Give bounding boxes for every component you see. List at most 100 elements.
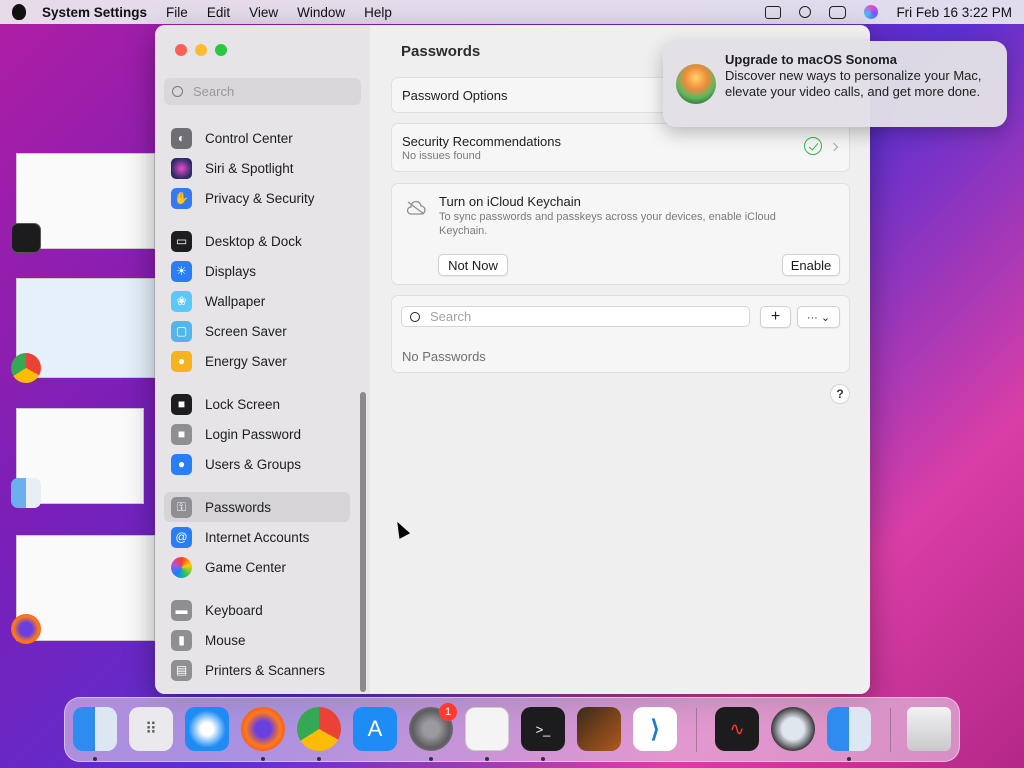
finder-icon[interactable]	[827, 707, 871, 751]
menu-bar: System Settings File Edit View Window He…	[0, 0, 1024, 24]
sidebar-item-users-groups[interactable]: ● Users & Groups	[164, 449, 350, 479]
notification-badge: 1	[439, 703, 457, 721]
sidebar-item-passwords[interactable]: ⚿ Passwords	[164, 492, 350, 522]
at-icon: @	[171, 526, 192, 548]
quicktime-icon[interactable]	[771, 707, 815, 751]
sidebar-item-displays[interactable]: ☀ Displays	[164, 256, 350, 286]
passwords-list-card: Search + ··· ⌄ No Passwords	[391, 295, 850, 373]
displays-icon: ☀	[171, 260, 192, 282]
sidebar-item-label: Energy Saver	[205, 353, 287, 369]
no-passwords-label: No Passwords	[402, 349, 486, 364]
sidebar-item-label: Siri & Spotlight	[205, 160, 294, 176]
sidebar-item-energy-saver[interactable]: ● Energy Saver	[164, 346, 350, 376]
search-icon	[172, 86, 183, 97]
wallpaper-icon: ❀	[171, 290, 192, 312]
macos-sonoma-icon	[676, 64, 716, 104]
keychain-title: Turn on iCloud Keychain	[439, 194, 581, 209]
chrome-icon[interactable]	[297, 707, 341, 751]
spotlight-icon[interactable]	[799, 6, 812, 18]
control-center-icon: ◐	[171, 127, 192, 149]
system-settings-icon[interactable]: 1	[409, 703, 457, 751]
garageband-icon[interactable]	[577, 707, 621, 751]
users-icon: ●	[171, 453, 192, 475]
sidebar-item-lock-screen[interactable]: ■ Lock Screen	[164, 389, 350, 419]
terminal-app-icon[interactable]	[11, 223, 41, 253]
sidebar-item-desktop-dock[interactable]: ▭ Desktop & Dock	[164, 226, 350, 256]
menu-file[interactable]: File	[166, 5, 188, 20]
help-button[interactable]: ?	[830, 384, 850, 404]
siri-menu-icon[interactable]	[864, 5, 879, 19]
sidebar-item-game-center[interactable]: Game Center	[164, 552, 350, 582]
enable-button[interactable]: Enable	[782, 254, 840, 276]
menu-clock[interactable]: Fri Feb 16 3:22 PM	[896, 5, 1012, 20]
safari-icon[interactable]	[185, 707, 229, 751]
sidebar-item-internet-accounts[interactable]: @ Internet Accounts	[164, 522, 350, 552]
sidebar-item-login-password[interactable]: ■ Login Password	[164, 419, 350, 449]
finder-app-icon[interactable]	[11, 478, 41, 508]
hand-icon: ✋	[171, 187, 192, 209]
sidebar-item-label: Displays	[205, 263, 257, 279]
app-store-icon[interactable]: A	[353, 707, 397, 751]
window-controls	[175, 44, 227, 56]
more-options-button[interactable]: ··· ⌄	[797, 306, 840, 328]
chrome-app-icon[interactable]	[11, 353, 41, 383]
close-button[interactable]	[175, 44, 187, 56]
security-status: No issues found	[402, 150, 481, 162]
sidebar-item-label: Wallpaper	[205, 293, 266, 309]
password-options-label: Password Options	[402, 88, 508, 103]
sidebar-item-label: Login Password	[205, 426, 302, 442]
sidebar-item-wallpaper[interactable]: ❀ Wallpaper	[164, 286, 350, 316]
sidebar-item-mouse[interactable]: ▮ Mouse	[164, 625, 350, 655]
minimize-button[interactable]	[195, 44, 207, 56]
sidebar-item-label: Internet Accounts	[205, 529, 310, 545]
voice-memos-icon[interactable]: ∿	[715, 707, 759, 751]
sidebar: Search ◐ Control Center Siri & Spotlight…	[155, 25, 370, 694]
sidebar-item-label: Mouse	[205, 632, 246, 648]
checkmark-icon	[804, 137, 822, 155]
textedit-icon[interactable]	[465, 707, 509, 751]
passwords-search-input[interactable]: Search	[401, 306, 750, 327]
sidebar-scrollbar[interactable]	[360, 392, 366, 692]
sidebar-item-keyboard[interactable]: ▬ Keyboard	[164, 595, 350, 625]
sidebar-item-label: Control Center	[205, 130, 293, 146]
sidebar-item-label: Users & Groups	[205, 456, 302, 472]
firefox-icon[interactable]	[241, 707, 285, 751]
security-recommendations-row[interactable]: Security Recommendations No issues found	[391, 123, 850, 172]
menu-window[interactable]: Window	[297, 5, 345, 20]
passwords-search-placeholder: Search	[430, 309, 472, 324]
finder-icon[interactable]	[73, 707, 117, 751]
vscode-icon[interactable]: ⟩	[633, 707, 677, 751]
control-center-menu-icon[interactable]	[829, 5, 847, 19]
sidebar-item-privacy-security[interactable]: ✋ Privacy & Security	[164, 183, 350, 213]
sidebar-item-screen-saver[interactable]: ▢ Screen Saver	[164, 316, 350, 346]
dock: ⠿ A 1 >_ ⟩ ∿	[64, 697, 960, 762]
energy-saver-icon: ●	[171, 350, 192, 372]
screen-saver-icon: ▢	[171, 320, 192, 342]
siri-icon	[171, 157, 192, 179]
menu-app-name[interactable]: System Settings	[42, 5, 147, 20]
menu-edit[interactable]: Edit	[207, 5, 230, 20]
sidebar-item-control-center[interactable]: ◐ Control Center	[164, 123, 350, 153]
menu-help[interactable]: Help	[364, 5, 392, 20]
menu-view[interactable]: View	[249, 5, 278, 20]
sidebar-item-label: Desktop & Dock	[205, 233, 302, 249]
screen-mirroring-icon[interactable]	[765, 5, 782, 19]
apple-menu-icon[interactable]	[12, 4, 26, 20]
notification-title: Upgrade to macOS Sonoma	[725, 52, 897, 67]
sidebar-item-label: Printers & Scanners	[205, 662, 326, 678]
firefox-app-icon[interactable]	[11, 614, 41, 644]
add-password-button[interactable]: +	[760, 306, 791, 328]
sidebar-item-printers-scanners[interactable]: ▤ Printers & Scanners	[164, 655, 350, 685]
not-now-button[interactable]: Not Now	[438, 254, 508, 276]
terminal-icon[interactable]: >_	[521, 707, 565, 751]
sidebar-item-label: Screen Saver	[205, 323, 287, 339]
trash-icon[interactable]	[907, 707, 951, 751]
sidebar-item-siri-spotlight[interactable]: Siri & Spotlight	[164, 153, 350, 183]
mouse-icon: ▮	[171, 629, 192, 651]
launchpad-icon[interactable]: ⠿	[129, 707, 173, 751]
sidebar-search-input[interactable]: Search	[164, 78, 361, 105]
game-center-icon	[171, 556, 192, 578]
upgrade-notification[interactable]: Upgrade to macOS Sonoma Discover new way…	[663, 41, 1007, 127]
zoom-button[interactable]	[215, 44, 227, 56]
sidebar-list: ◐ Control Center Siri & Spotlight ✋ Priv…	[164, 123, 350, 685]
